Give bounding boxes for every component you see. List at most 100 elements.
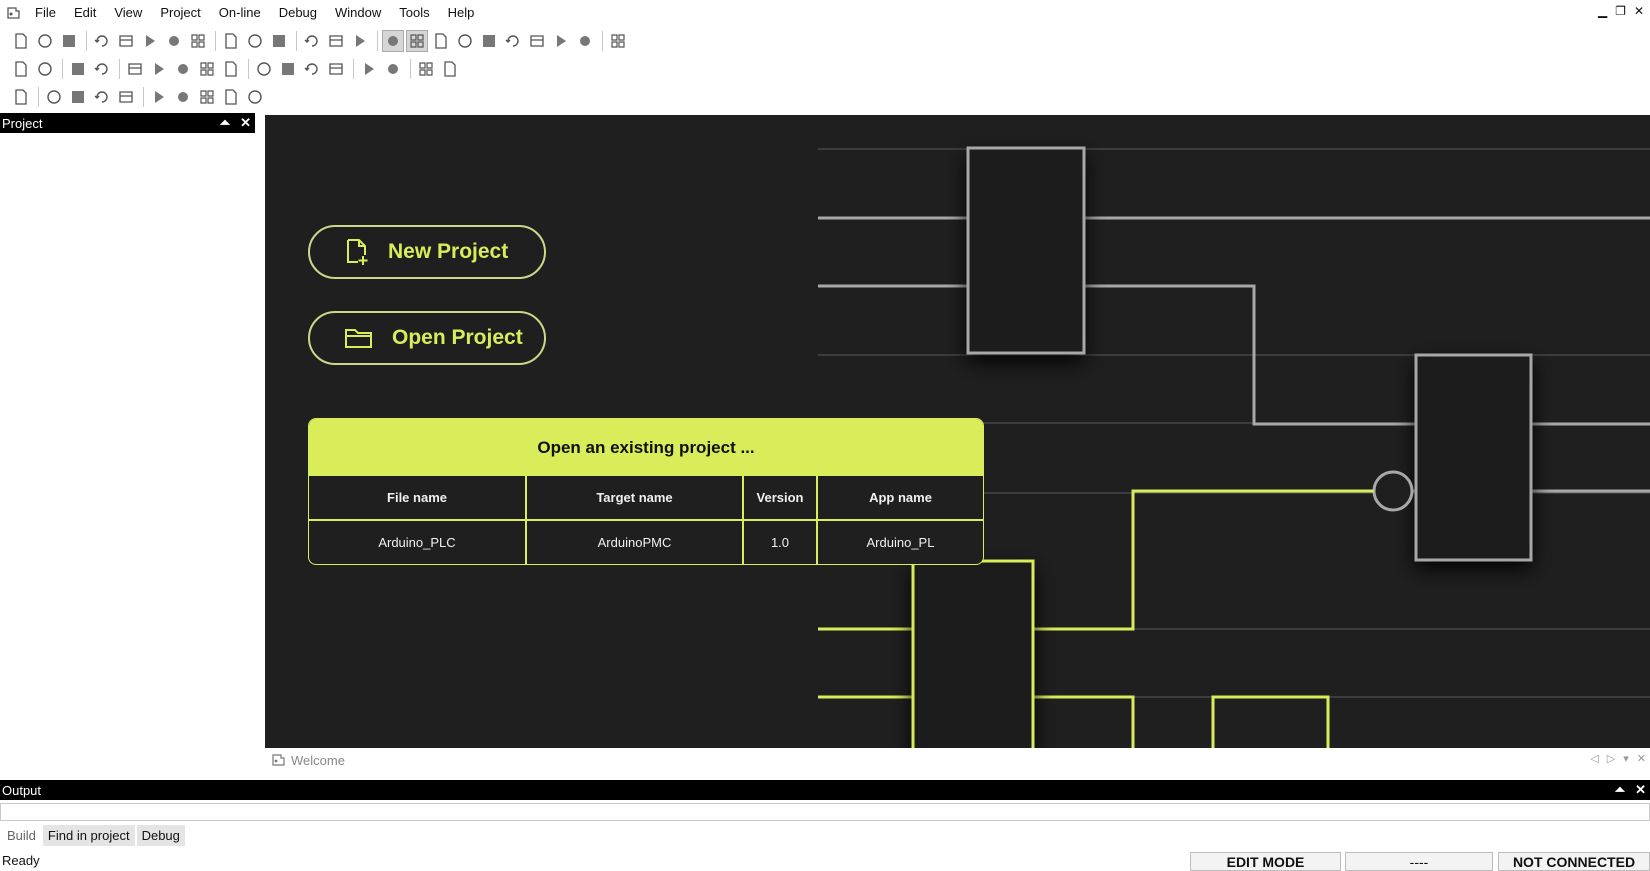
recent-projects-panel: Open an existing project ... File name Ta… — [308, 418, 984, 565]
wire-icon[interactable] — [115, 86, 137, 108]
print-preview-icon[interactable] — [349, 30, 371, 52]
fullscreen-icon[interactable] — [607, 30, 629, 52]
minimize-icon[interactable]: ▁ — [1598, 4, 1607, 18]
menu-file[interactable]: File — [26, 0, 65, 26]
menu-edit[interactable]: Edit — [65, 0, 105, 26]
menu-on-line[interactable]: On-line — [210, 0, 270, 26]
toolbar-main — [0, 27, 1650, 54]
table-cell: ArduinoPMC — [526, 520, 744, 564]
toolbar-separator — [143, 86, 144, 107]
step-over-icon[interactable] — [196, 58, 218, 80]
menu-view[interactable]: View — [105, 0, 151, 26]
tab-build[interactable]: Build — [2, 825, 41, 846]
close-icon[interactable]: ✕ — [1634, 4, 1644, 18]
tab-scroll-left-icon[interactable]: ◁ — [1590, 752, 1598, 765]
table-cell: Arduino_PL — [866, 535, 935, 550]
record-icon[interactable] — [148, 86, 170, 108]
view-editor-icon[interactable] — [526, 30, 548, 52]
new-project-button[interactable]: New Project — [308, 225, 546, 279]
paste-icon[interactable] — [187, 30, 209, 52]
column-header[interactable]: Version — [743, 476, 818, 521]
output-text-area[interactable] — [0, 803, 1650, 821]
tab-find-in-project[interactable]: Find in project — [42, 825, 135, 846]
redo-icon[interactable] — [115, 30, 137, 52]
import-icon[interactable] — [301, 30, 323, 52]
output-pane-header: Output ⏶ ✕ — [0, 780, 1650, 800]
replace-icon[interactable] — [268, 30, 290, 52]
build-icon[interactable] — [34, 58, 56, 80]
variables-icon[interactable] — [277, 58, 299, 80]
compile-icon[interactable] — [10, 58, 32, 80]
pin-icon[interactable]: ⏶ — [220, 115, 230, 131]
restore-icon[interactable]: ❐ — [1615, 4, 1626, 18]
menu-help[interactable]: Help — [439, 0, 484, 26]
tab-debug[interactable]: Debug — [136, 825, 185, 846]
view-library-icon[interactable] — [430, 30, 452, 52]
print-icon[interactable] — [325, 30, 347, 52]
menu-project[interactable]: Project — [151, 0, 209, 26]
table-icon[interactable] — [325, 58, 347, 80]
flash-icon[interactable] — [220, 58, 242, 80]
disconnect-icon[interactable] — [91, 58, 113, 80]
toolbar-ladder — [0, 83, 1650, 110]
column-header[interactable]: App name — [817, 476, 983, 521]
toolbar-separator — [62, 58, 63, 79]
stop-icon[interactable] — [124, 58, 146, 80]
menu-window[interactable]: Window — [326, 0, 390, 26]
connect-icon[interactable] — [67, 58, 89, 80]
table-row[interactable]: Arduino_PLC ArduinoPMC 1.0 Arduino_PL — [309, 520, 983, 564]
close-icon[interactable]: ✕ — [1635, 782, 1646, 798]
app-icon[interactable] — [2, 0, 26, 26]
grid-icon[interactable] — [358, 58, 380, 80]
view-output-icon[interactable] — [406, 29, 428, 52]
wizard-icon[interactable] — [10, 86, 32, 108]
forward-icon[interactable] — [439, 58, 461, 80]
jump-icon[interactable] — [220, 86, 242, 108]
tab-list-icon[interactable]: ▾ — [1623, 752, 1629, 765]
view-settings-icon[interactable] — [502, 30, 524, 52]
find-next-icon[interactable] — [244, 30, 266, 52]
open-project-button[interactable]: Open Project — [308, 311, 546, 365]
step-icon[interactable] — [172, 58, 194, 80]
new-project-label: New Project — [388, 240, 509, 263]
cut-icon[interactable] — [139, 30, 161, 52]
view-watch-icon[interactable] — [454, 30, 476, 52]
view-properties-icon[interactable] — [478, 30, 500, 52]
run-icon[interactable] — [148, 58, 170, 80]
menu-tools[interactable]: Tools — [390, 0, 438, 26]
block-icon[interactable] — [91, 86, 113, 108]
view-project-icon[interactable] — [382, 29, 404, 52]
menu-bar: File Edit View Project On-line Debug Window Too… — [0, 0, 1650, 26]
back-icon[interactable] — [415, 58, 437, 80]
new-file-icon — [347, 239, 368, 265]
monitor-icon[interactable] — [253, 58, 275, 80]
find-icon[interactable] — [220, 30, 242, 52]
column-header[interactable]: Target name — [526, 476, 744, 521]
view-debug-icon[interactable] — [574, 30, 596, 52]
toolbar-separator — [215, 30, 216, 51]
coil-icon[interactable] — [67, 86, 89, 108]
tab-welcome[interactable]: Welcome — [265, 753, 345, 768]
view-text-icon[interactable] — [550, 30, 572, 52]
contact-icon[interactable] — [43, 86, 65, 108]
document-tab-bar: Welcome ◁ ▷ ▾ ✕ — [265, 748, 1650, 772]
column-header[interactable]: File name — [309, 476, 527, 521]
play-icon[interactable] — [196, 86, 218, 108]
toolbar-separator — [296, 30, 297, 51]
copy-icon[interactable] — [163, 30, 185, 52]
connection-status: NOT CONNECTED — [1498, 852, 1650, 871]
output-tabs: Build Find in project Debug — [2, 825, 185, 846]
pin-icon[interactable]: ⏶ — [1615, 782, 1625, 798]
grid-alt-icon[interactable] — [382, 58, 404, 80]
signals-icon[interactable] — [301, 58, 323, 80]
undo-icon[interactable] — [91, 30, 113, 52]
menu-debug[interactable]: Debug — [270, 0, 326, 26]
link-icon[interactable] — [244, 86, 266, 108]
new-project-icon[interactable] — [34, 30, 56, 52]
new-file-icon[interactable] — [10, 30, 32, 52]
tab-close-icon[interactable]: ✕ — [1637, 752, 1646, 765]
circle-icon[interactable] — [172, 86, 194, 108]
tab-scroll-right-icon[interactable]: ▷ — [1607, 752, 1615, 765]
save-icon[interactable] — [58, 30, 80, 52]
close-icon[interactable]: ✕ — [240, 115, 251, 131]
